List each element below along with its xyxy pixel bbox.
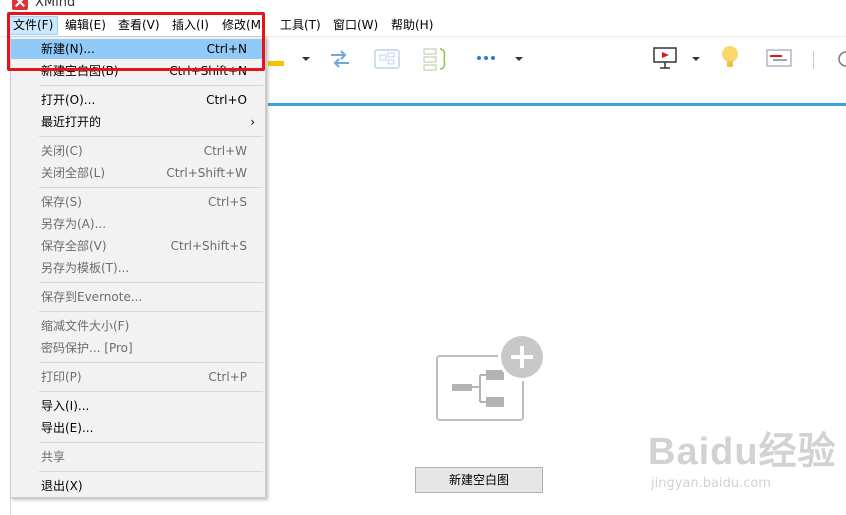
menu-item-shortcut: Ctrl+Shift+S xyxy=(170,239,247,253)
menu-item-shortcut: Ctrl+Shift+W xyxy=(166,166,247,180)
menu-separator xyxy=(39,187,263,188)
menu-item-label: 打开(O)... xyxy=(41,93,96,107)
watermark-brand: Baidu经验 xyxy=(648,431,837,473)
menu-item-save-to-evernote[interactable]: 保存到Evernote... xyxy=(11,287,265,307)
menu-separator xyxy=(39,282,263,283)
lightbulb-icon[interactable] xyxy=(718,43,742,73)
menu-item-recent[interactable]: 最近打开的 › xyxy=(11,112,265,132)
menu-separator xyxy=(39,391,263,392)
menu-separator xyxy=(39,85,263,86)
chevron-right-icon: › xyxy=(250,115,255,129)
baidu-watermark: Baidu经验 jingyan.baidu.com xyxy=(648,420,837,491)
menu-item-label: 另存为(A)... xyxy=(41,217,107,231)
menu-item-save-as-template[interactable]: 另存为模板(T)... xyxy=(11,258,265,278)
menu-item-label: 保存全部(V) xyxy=(41,239,107,253)
menu-item-label: 关闭全部(L) xyxy=(41,166,106,180)
more-icon[interactable] xyxy=(474,53,498,63)
menu-item-label: 退出(X) xyxy=(41,479,83,493)
menu-separator xyxy=(39,136,263,137)
menu-item-label: 关闭(C) xyxy=(41,144,83,158)
menu-item-reduce-size[interactable]: 缩减文件大小(F) xyxy=(11,316,265,336)
menu-item-label: 缩减文件大小(F) xyxy=(41,319,130,333)
menu-item-label: 打印(P) xyxy=(41,370,82,384)
gantt-icon[interactable] xyxy=(765,47,793,69)
toolbar-divider xyxy=(813,51,814,69)
menu-item-shortcut: Ctrl+W xyxy=(203,144,247,158)
menu-item-label: 导入(I)... xyxy=(41,399,90,413)
menu-item-shortcut: Ctrl+P xyxy=(208,370,247,384)
menu-item-shortcut: Ctrl+O xyxy=(206,93,247,107)
watermark-url: jingyan.baidu.com xyxy=(651,476,771,491)
menu-window[interactable]: 窗口(W) xyxy=(329,17,382,34)
menu-item-save[interactable]: 保存(S) Ctrl+S xyxy=(11,192,265,212)
search-icon[interactable] xyxy=(836,49,846,71)
menu-item-print[interactable]: 打印(P) Ctrl+P xyxy=(11,367,265,387)
xmind-logo-icon xyxy=(12,0,28,10)
presentation-icon[interactable] xyxy=(652,45,678,71)
menu-item-label: 最近打开的 xyxy=(41,115,102,129)
menu-item-label: 共享 xyxy=(41,450,66,464)
topic-style-icon[interactable] xyxy=(268,61,284,66)
menu-item-export[interactable]: 导出(E)... xyxy=(11,418,265,438)
file-menu-dropdown: 新建(N)... Ctrl+N 新建空白图(B) Ctrl+Shift+N 打开… xyxy=(10,36,266,498)
menu-item-share[interactable]: 共享 xyxy=(11,447,265,467)
menu-item-import[interactable]: 导入(I)... xyxy=(11,396,265,416)
menu-separator xyxy=(39,442,263,443)
summary-icon[interactable] xyxy=(420,45,450,73)
menu-item-open[interactable]: 打开(O)... Ctrl+O xyxy=(11,90,265,110)
menu-item-exit[interactable]: 退出(X) xyxy=(11,476,265,496)
boundary-icon[interactable] xyxy=(373,47,401,71)
menu-help[interactable]: 帮助(H) xyxy=(387,17,437,34)
menu-item-password[interactable]: 密码保护... [Pro] xyxy=(11,338,265,358)
window-title: XMind xyxy=(35,0,76,10)
menu-separator xyxy=(39,311,263,312)
menu-separator xyxy=(39,471,263,472)
menu-separator xyxy=(39,362,263,363)
menu-item-save-all[interactable]: 保存全部(V) Ctrl+Shift+S xyxy=(11,236,265,256)
new-blank-map-button[interactable]: 新建空白图 xyxy=(415,467,543,493)
menu-item-save-as[interactable]: 另存为(A)... xyxy=(11,214,265,234)
menu-item-label: 密码保护... [Pro] xyxy=(41,341,133,355)
menu-item-close-all[interactable]: 关闭全部(L) Ctrl+Shift+W xyxy=(11,163,265,183)
menu-item-close[interactable]: 关闭(C) Ctrl+W xyxy=(11,141,265,161)
menu-item-label: 保存到Evernote... xyxy=(41,290,143,304)
menu-item-label: 保存(S) xyxy=(41,195,82,209)
menu-item-label: 导出(E)... xyxy=(41,421,94,435)
chevron-down-icon[interactable] xyxy=(302,57,310,61)
menu-tools[interactable]: 工具(T) xyxy=(276,17,325,34)
annotation-highlight-box xyxy=(7,12,265,71)
menu-item-label: 另存为模板(T)... xyxy=(41,261,130,275)
chevron-down-icon[interactable] xyxy=(692,57,700,61)
relationship-icon[interactable] xyxy=(328,47,352,71)
chevron-down-icon[interactable] xyxy=(515,57,523,61)
menu-item-shortcut: Ctrl+S xyxy=(207,195,247,209)
new-map-placeholder-icon[interactable] xyxy=(436,335,548,425)
